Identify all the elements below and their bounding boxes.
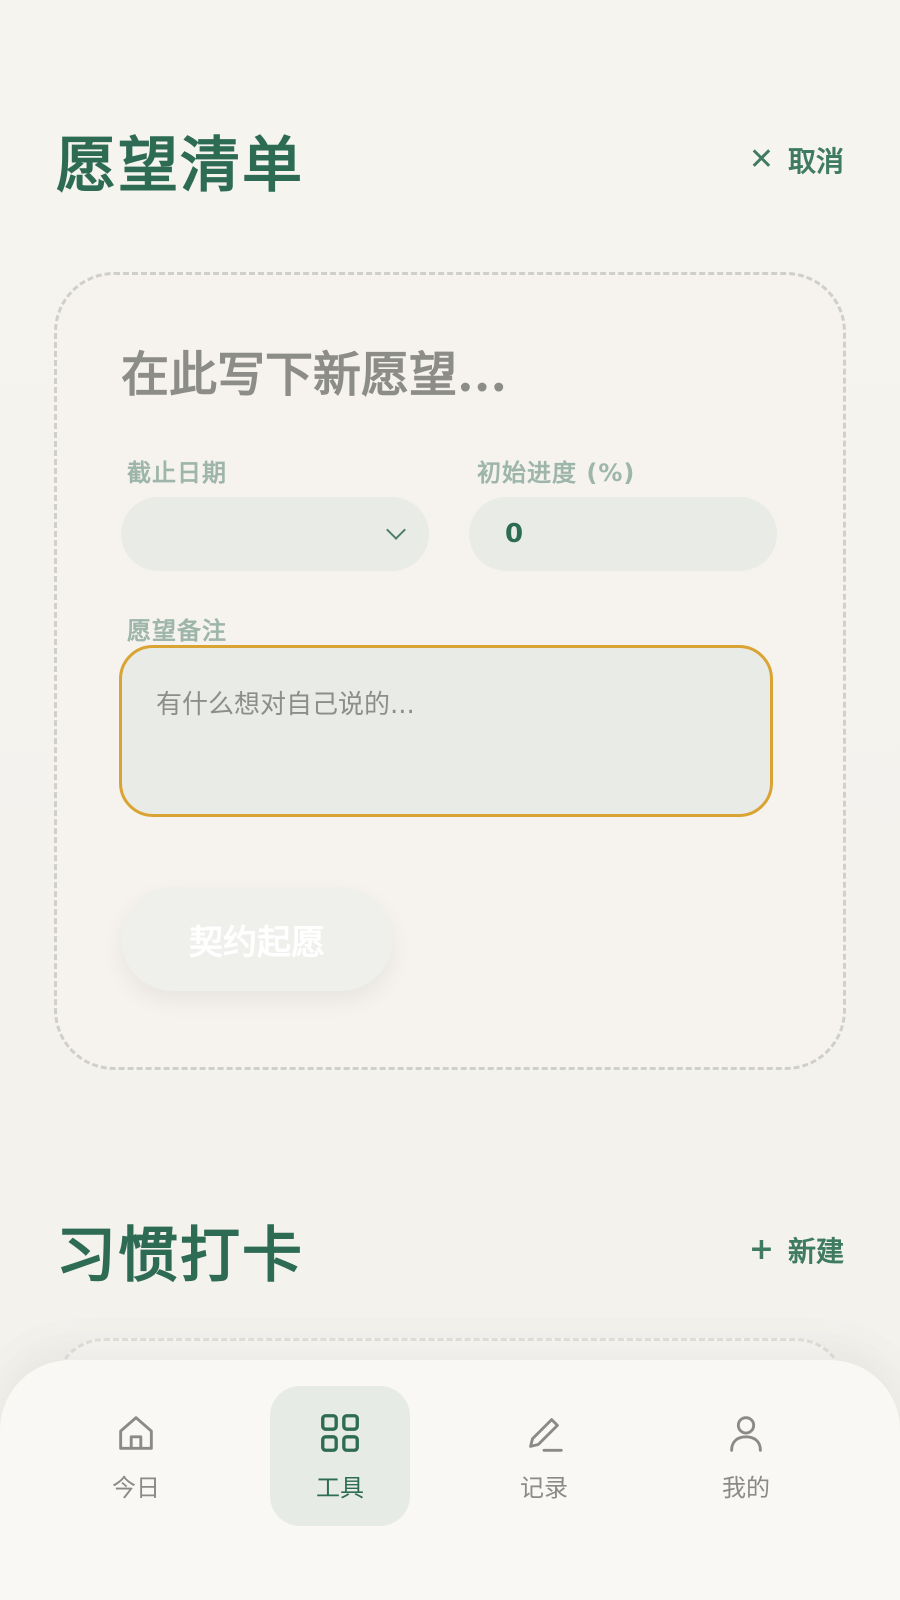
new-habit-button[interactable]: + 新建 <box>749 1230 844 1270</box>
user-icon <box>730 1415 762 1452</box>
cancel-label: 取消 <box>787 145 844 178</box>
new-habit-label: 新建 <box>787 1235 844 1268</box>
nav-today-label: 今日 <box>112 1473 160 1502</box>
nav-today[interactable]: 今日 <box>66 1386 206 1526</box>
deadline-select[interactable] <box>121 497 429 571</box>
home-icon <box>119 1415 153 1450</box>
nav-tools-label: 工具 <box>316 1473 364 1502</box>
grid-icon <box>321 1413 359 1452</box>
bottom-nav: 今日 工具 记录 我的 <box>0 1360 900 1600</box>
wishlist-title: 愿望清单 <box>56 130 304 201</box>
nav-profile[interactable]: 我的 <box>676 1386 816 1526</box>
wishlist-header: 愿望清单 ✕ 取消 <box>56 120 844 201</box>
nav-profile-label: 我的 <box>722 1473 770 1502</box>
progress-label: 初始进度 (%) <box>477 459 636 487</box>
nav-records-label: 记录 <box>520 1473 568 1502</box>
chevron-down-icon <box>386 520 406 540</box>
nav-tools[interactable]: 工具 <box>270 1386 410 1526</box>
pencil-icon <box>529 1417 563 1452</box>
note-label: 愿望备注 <box>127 617 227 645</box>
new-wish-card: 在此写下新愿望... 截止日期 初始进度 (%) 0 愿望备注 有什么想对自己说… <box>54 272 846 1070</box>
nav-records[interactable]: 记录 <box>474 1386 614 1526</box>
habits-header: 习惯打卡 + 新建 <box>56 1210 844 1291</box>
habits-title: 习惯打卡 <box>56 1220 304 1291</box>
progress-input[interactable]: 0 <box>469 497 777 571</box>
close-icon: ✕ <box>748 142 774 177</box>
page: 愿望清单 ✕ 取消 在此写下新愿望... 截止日期 初始进度 (%) 0 愿望备… <box>0 0 900 1600</box>
deadline-label: 截止日期 <box>127 459 227 487</box>
cancel-button[interactable]: ✕ 取消 <box>749 140 844 180</box>
wish-title-input[interactable]: 在此写下新愿望... <box>121 335 507 405</box>
note-textarea[interactable]: 有什么想对自己说的... <box>119 645 773 817</box>
plus-icon: + <box>748 1232 774 1267</box>
submit-wish-button[interactable]: 契约起愿 <box>121 887 393 991</box>
